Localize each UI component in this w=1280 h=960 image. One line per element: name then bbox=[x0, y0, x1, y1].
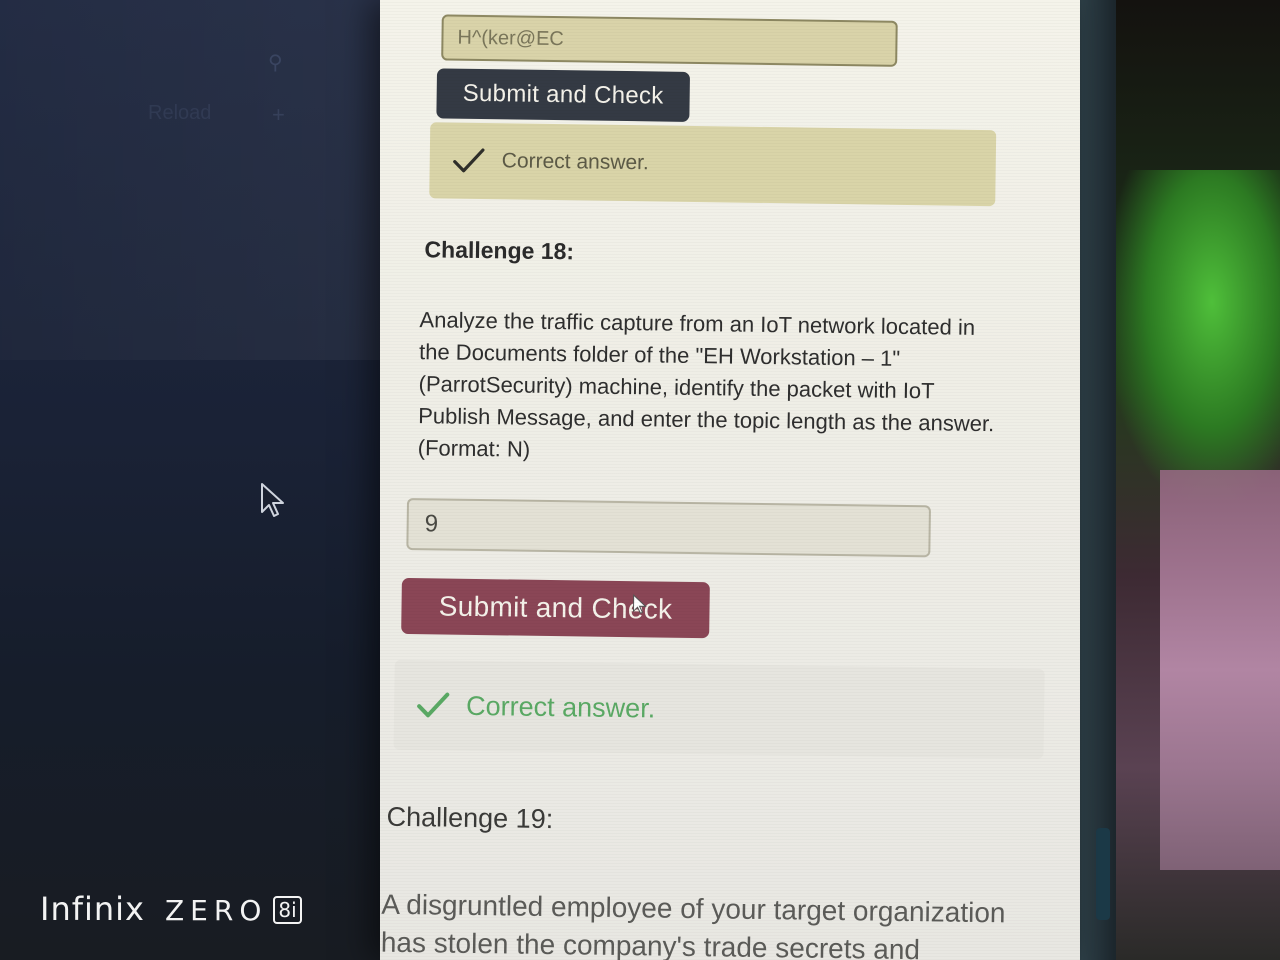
challenge-18-submit-button[interactable]: Submit and Check bbox=[401, 577, 710, 639]
challenge-17-answer-input[interactable] bbox=[443, 16, 896, 65]
challenge-17-feedback: Correct answer. bbox=[429, 122, 997, 207]
watermark-brand: Infinix bbox=[40, 890, 145, 928]
arrow-cursor-icon bbox=[261, 483, 284, 517]
challenge-18-answer-input[interactable] bbox=[408, 500, 929, 556]
challenge-content: Submit and Check Correct answer. Challen… bbox=[381, 0, 1050, 960]
watermark-badge: 8i bbox=[273, 896, 302, 924]
device-side-button bbox=[1096, 828, 1110, 920]
challenge-18-question: Analyze the traffic capture from an IoT … bbox=[417, 307, 995, 462]
challenge-19-title: Challenge 19: bbox=[386, 801, 554, 835]
pointer-cursor-icon bbox=[632, 594, 647, 614]
search-icon[interactable]: ⚲ bbox=[268, 50, 283, 75]
background-object-green bbox=[1110, 170, 1280, 500]
challenge-18-feedback-text: Correct answer. bbox=[465, 690, 656, 723]
watermark-model: ZERO bbox=[164, 894, 268, 927]
challenge-18-feedback: Correct answer. bbox=[393, 659, 1045, 759]
challenge-18-title: Challenge 18: bbox=[424, 236, 575, 265]
sidebar-panel: ⚲ Reload + bbox=[0, 0, 420, 360]
challenge-page: Submit and Check Correct answer. Challen… bbox=[380, 0, 1080, 960]
add-icon[interactable]: + bbox=[272, 102, 285, 128]
challenge-18-answer-field[interactable] bbox=[406, 498, 931, 558]
background-object-pink bbox=[1160, 470, 1280, 870]
challenge-17-feedback-text: Correct answer. bbox=[501, 149, 649, 175]
challenge-17-submit-button[interactable]: Submit and Check bbox=[436, 68, 690, 122]
check-icon bbox=[417, 692, 450, 718]
camera-watermark: Infinix ZERO 8i bbox=[40, 890, 302, 928]
challenge-17-answer-field[interactable] bbox=[441, 14, 898, 67]
challenge-19-question: A disgruntled employee of your target or… bbox=[380, 888, 1006, 960]
check-icon bbox=[453, 148, 485, 173]
reload-link[interactable]: Reload bbox=[148, 102, 211, 125]
